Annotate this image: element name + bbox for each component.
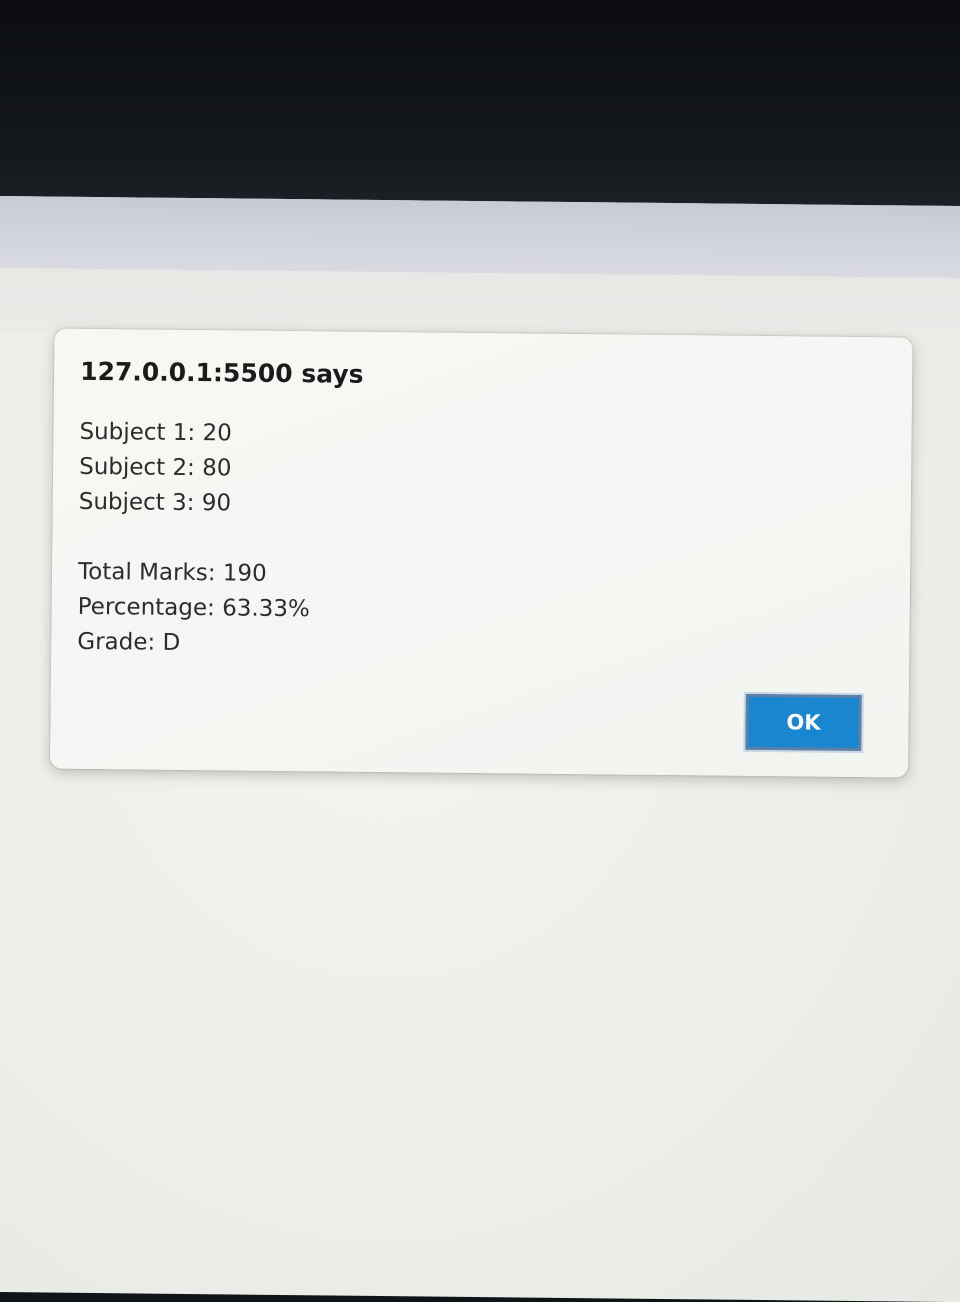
message-line-total-marks: Total Marks: 190 — [77, 558, 267, 587]
message-line-percentage: Percentage: 63.33% — [77, 593, 310, 623]
message-line-grade: Grade: D — [77, 628, 181, 656]
browser-screen: 127.0.0.1:5500 says Subject 1: 20 Subjec… — [0, 196, 960, 1302]
monitor-bezel — [0, 0, 960, 210]
browser-toolbar — [0, 196, 960, 279]
message-line-subject-3: Subject 3: 90 — [78, 488, 232, 517]
dialog-message: Subject 1: 20 Subject 2: 80 Subject 3: 9… — [77, 415, 312, 662]
message-line-subject-2: Subject 2: 80 — [79, 453, 232, 482]
message-line-subject-1: Subject 1: 20 — [79, 418, 232, 447]
ok-button[interactable]: OK — [743, 691, 864, 754]
dialog-title: 127.0.0.1:5500 says — [80, 356, 364, 389]
alert-dialog: 127.0.0.1:5500 says Subject 1: 20 Subjec… — [50, 328, 913, 778]
